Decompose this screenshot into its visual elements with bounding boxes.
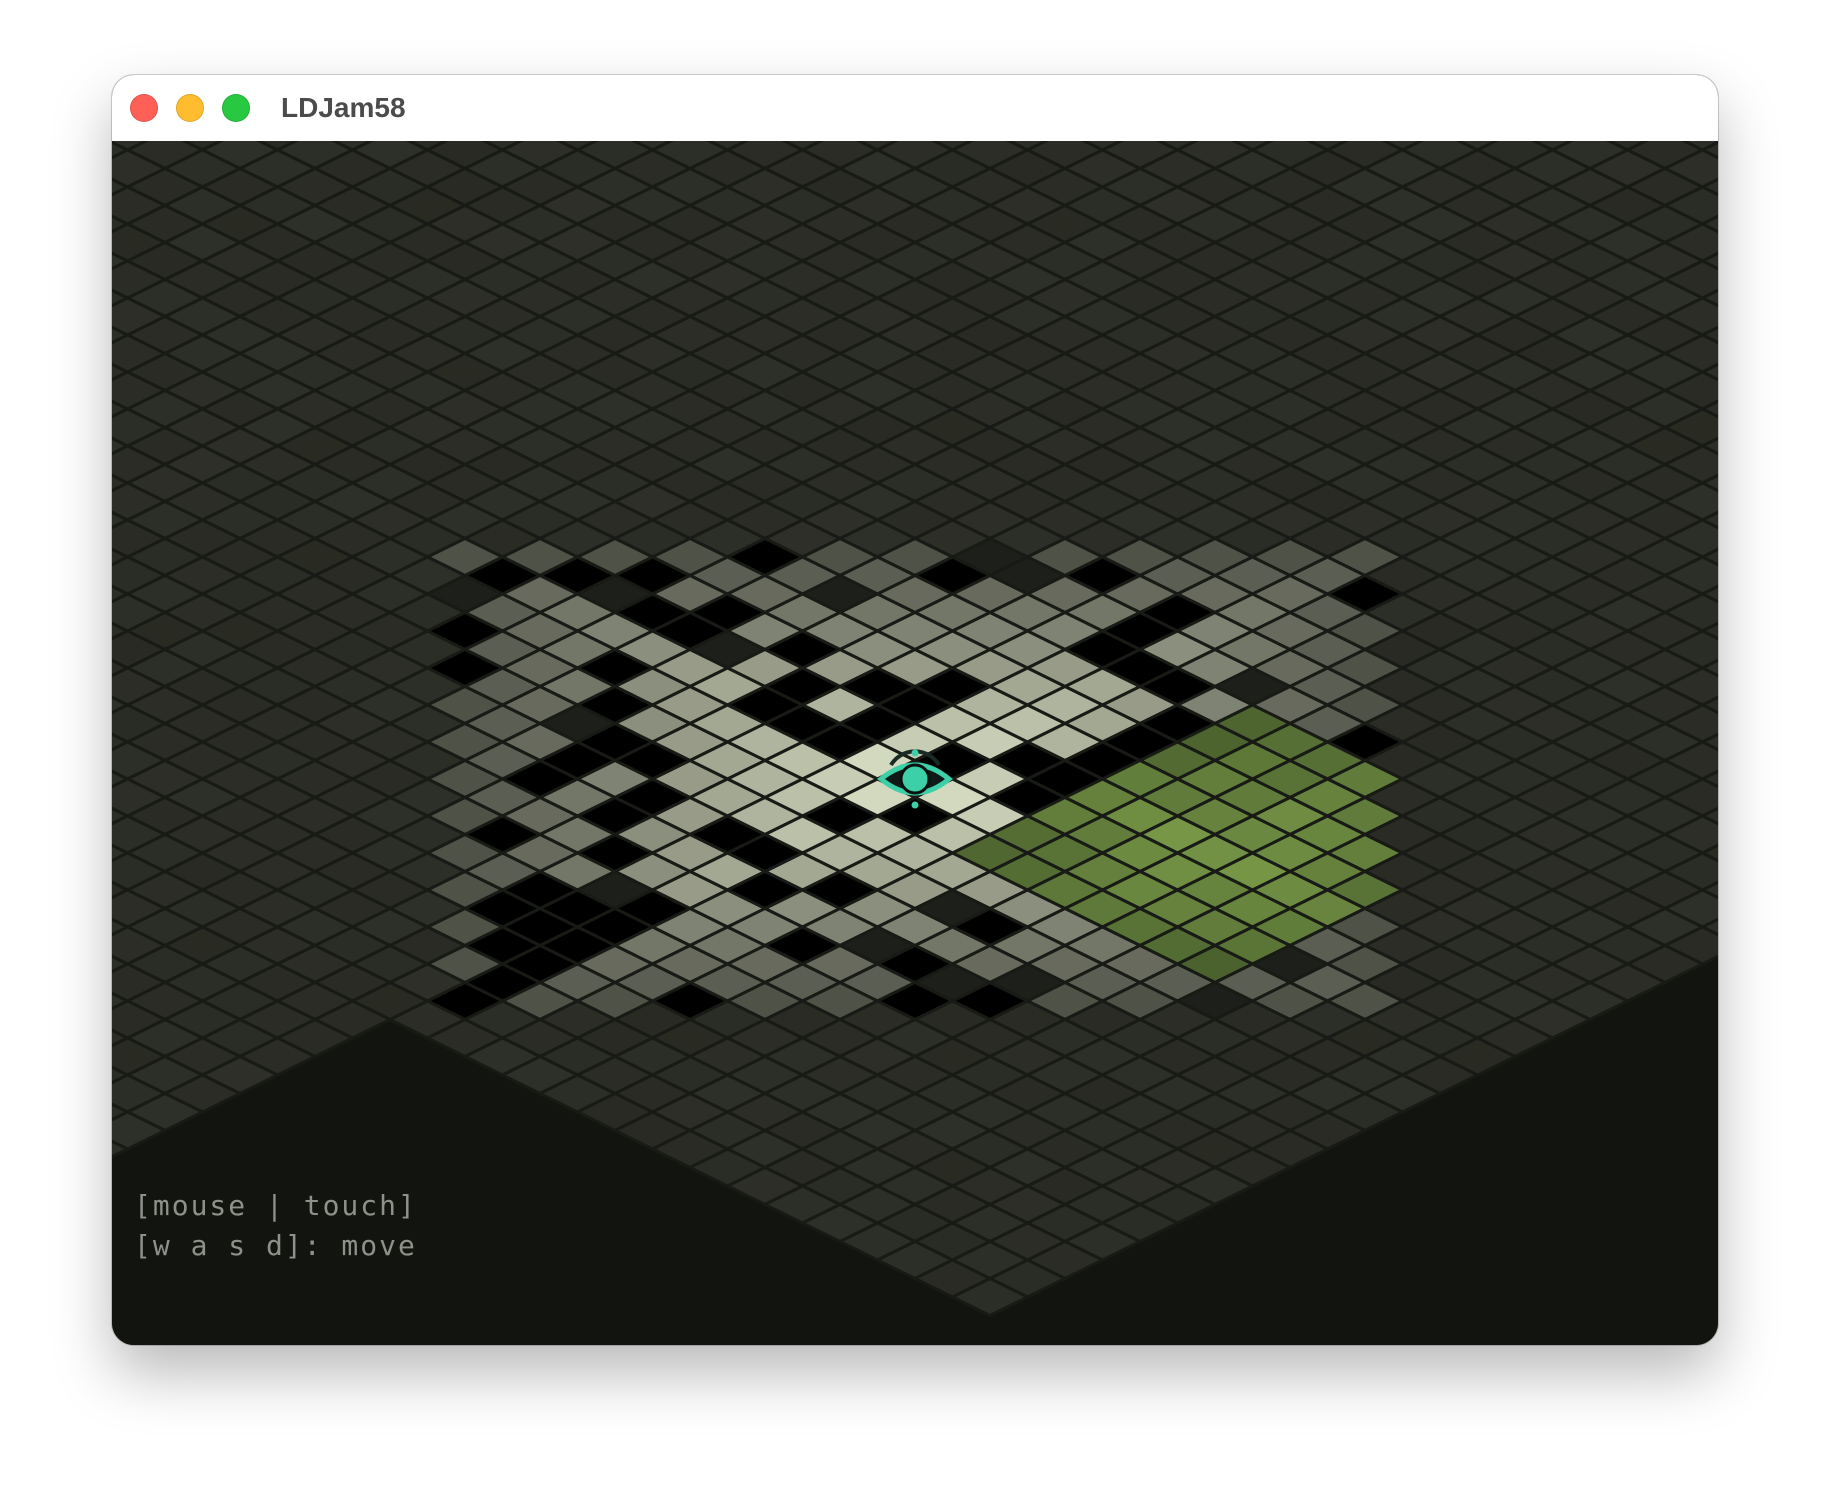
title-bar: LDJam58 xyxy=(112,75,1718,142)
help-text-input: [mouse | touch] xyxy=(134,1189,417,1222)
app-window: LDJam58 [mouse | touch] [w a s d]: move xyxy=(112,75,1718,1345)
isometric-board[interactable] xyxy=(112,141,1718,1345)
window-title: LDJam58 xyxy=(281,92,406,123)
game-canvas[interactable]: [mouse | touch] [w a s d]: move xyxy=(112,141,1718,1345)
zoom-button[interactable] xyxy=(222,94,250,122)
minimize-button[interactable] xyxy=(176,94,204,122)
close-button[interactable] xyxy=(130,94,158,122)
tile-layer xyxy=(112,141,1718,1318)
help-text-move: [w a s d]: move xyxy=(134,1229,417,1262)
eye-pupil-icon xyxy=(899,763,931,795)
